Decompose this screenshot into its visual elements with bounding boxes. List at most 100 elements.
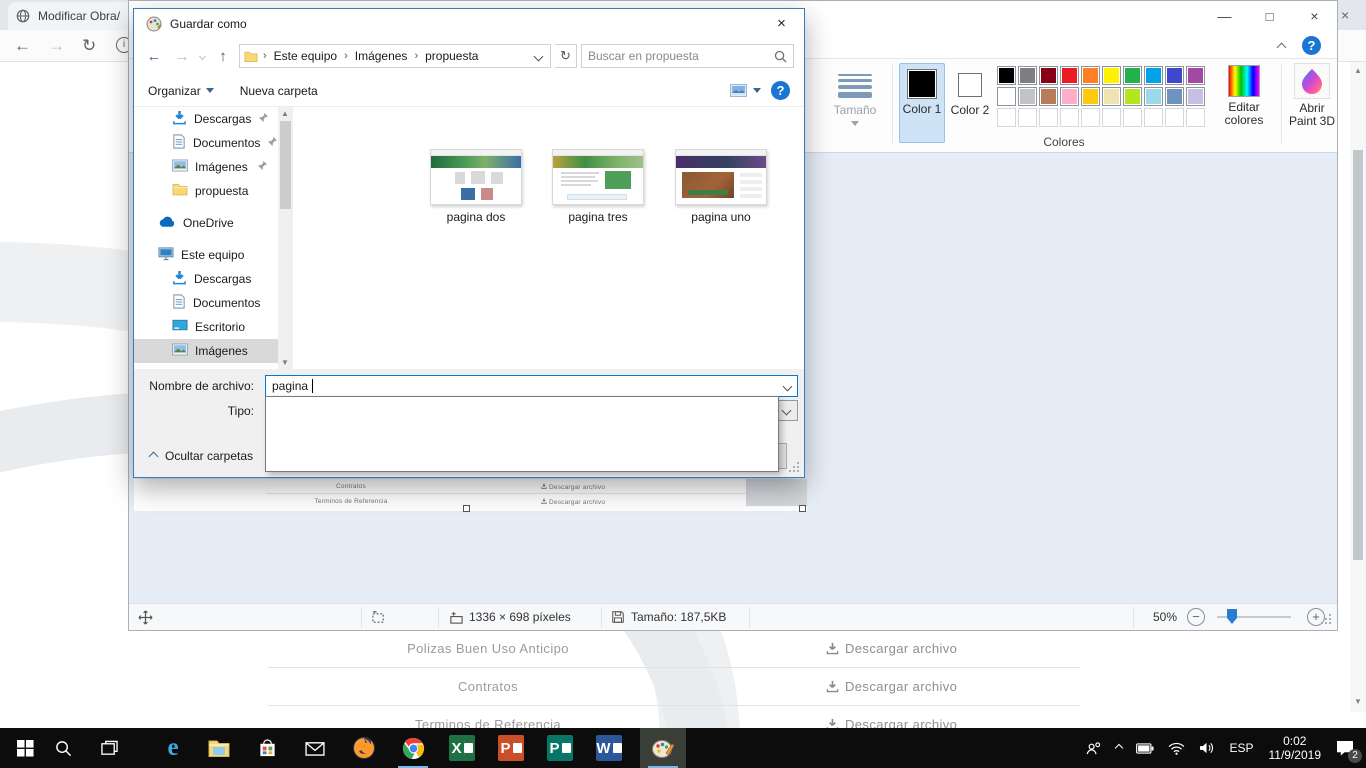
download-file-link[interactable]: Descargar archivo [826, 641, 957, 656]
palette-color-swatch[interactable] [1060, 66, 1079, 85]
clock[interactable]: 0:02 11/9/2019 [1261, 734, 1330, 762]
open-paint3d-button[interactable]: Abrir Paint 3D [1287, 63, 1337, 128]
taskbar-edge-icon[interactable]: e [150, 728, 196, 768]
battery-icon[interactable] [1129, 728, 1161, 768]
edit-colors-button[interactable]: Editar colores [1215, 65, 1273, 127]
download-file-link[interactable]: Descargar archivo [826, 717, 957, 728]
sidebar-item-descargas[interactable]: Descargas [134, 107, 278, 131]
scroll-up-icon[interactable]: ▲ [281, 109, 289, 118]
taskbar-word-icon[interactable]: W [586, 728, 632, 768]
hidden-icons-chevron[interactable] [1109, 728, 1129, 768]
color1-button[interactable]: Color 1 [899, 63, 945, 143]
palette-empty-slot[interactable] [1060, 108, 1079, 127]
taskbar-powerpoint-icon[interactable]: P [488, 728, 534, 768]
sidebar-item-descargas[interactable]: Descargas [134, 267, 278, 291]
palette-color-swatch[interactable] [1102, 87, 1121, 106]
selection-handle[interactable] [463, 505, 470, 512]
breadcrumb-propuesta[interactable]: propuesta [423, 49, 480, 63]
zoom-slider-thumb[interactable] [1227, 609, 1237, 624]
address-dropdown-icon[interactable] [534, 51, 544, 61]
scrollbar-thumb[interactable] [1353, 150, 1363, 560]
back-icon[interactable]: ← [142, 48, 166, 65]
palette-color-swatch[interactable] [997, 66, 1016, 85]
palette-color-swatch[interactable] [1081, 87, 1100, 106]
palette-color-swatch[interactable] [1018, 87, 1037, 106]
people-icon[interactable] [1078, 728, 1109, 768]
palette-empty-slot[interactable] [1123, 108, 1142, 127]
sidebar-item-este-equipo[interactable]: Este equipo [134, 243, 278, 267]
sidebar-item-escritorio[interactable]: Escritorio [134, 315, 278, 339]
taskbar-firefox-icon[interactable] [341, 728, 387, 768]
palette-empty-slot[interactable] [1144, 108, 1163, 127]
taskbar-excel-icon[interactable]: X [439, 728, 485, 768]
taskbar-task-view-icon[interactable] [86, 728, 132, 768]
taskbar-store-icon[interactable] [244, 728, 290, 768]
breadcrumb-pictures[interactable]: Imágenes [353, 49, 410, 63]
recent-locations-icon[interactable] [199, 52, 206, 59]
filename-autocomplete-panel[interactable] [265, 396, 779, 472]
wifi-icon[interactable] [1161, 728, 1192, 768]
palette-color-swatch[interactable] [1018, 66, 1037, 85]
palette-color-swatch[interactable] [1039, 66, 1058, 85]
taskbar-paint-icon[interactable] [640, 728, 686, 768]
browser-reload-icon[interactable]: ↻ [82, 36, 96, 56]
palette-empty-slot[interactable] [1081, 108, 1100, 127]
palette-color-swatch[interactable] [1102, 66, 1121, 85]
palette-color-swatch[interactable] [1081, 66, 1100, 85]
chrome-close-icon[interactable]: × [1341, 7, 1349, 23]
volume-icon[interactable] [1192, 728, 1222, 768]
dialog-close-icon[interactable]: × [759, 9, 804, 38]
size-button[interactable]: Tamaño [829, 65, 881, 126]
palette-color-swatch[interactable] [1186, 87, 1205, 106]
page-scrollbar[interactable]: ▲ ▼ [1350, 62, 1366, 712]
palette-color-swatch[interactable] [1144, 66, 1163, 85]
refresh-icon[interactable]: ↻ [555, 44, 577, 68]
download-file-link[interactable]: Descargar archivo [826, 679, 957, 694]
palette-color-swatch[interactable] [1186, 66, 1205, 85]
dialog-resize-grip[interactable] [787, 460, 799, 472]
selection-handle[interactable] [799, 505, 806, 512]
maximize-icon[interactable]: □ [1247, 1, 1292, 31]
scroll-up-icon[interactable]: ▲ [1354, 66, 1362, 75]
sidebar-item-onedrive[interactable]: OneDrive [134, 211, 278, 235]
palette-empty-slot[interactable] [1039, 108, 1058, 127]
language-indicator[interactable]: ESP [1222, 728, 1260, 768]
collapse-ribbon-icon[interactable] [1277, 43, 1287, 53]
taskbar-publisher-icon[interactable]: P [537, 728, 583, 768]
hide-folders-button[interactable]: Ocultar carpetas [150, 449, 253, 463]
breadcrumb-this-pc[interactable]: Este equipo [272, 49, 339, 63]
palette-color-swatch[interactable] [1123, 87, 1142, 106]
paint-help-icon[interactable]: ? [1302, 36, 1321, 55]
sidebar-item-propuesta[interactable]: propuesta [134, 179, 278, 203]
filetype-dropdown-icon[interactable] [782, 406, 792, 416]
up-icon[interactable]: ↑ [211, 48, 235, 65]
palette-empty-slot[interactable] [1102, 108, 1121, 127]
browser-back-icon[interactable]: ← [14, 36, 31, 56]
palette-color-swatch[interactable] [1165, 87, 1184, 106]
palette-color-swatch[interactable] [1123, 66, 1142, 85]
help-icon[interactable]: ? [771, 81, 790, 100]
palette-empty-slot[interactable] [997, 108, 1016, 127]
scroll-down-icon[interactable]: ▼ [1354, 697, 1362, 706]
zoom-out-icon[interactable]: − [1187, 608, 1205, 626]
taskbar-search-icon[interactable] [40, 728, 86, 768]
organize-button[interactable]: Organizar [148, 84, 214, 98]
sidebar-scrollbar[interactable]: ▲ ▼ [278, 107, 293, 369]
scroll-down-icon[interactable]: ▼ [281, 358, 289, 367]
palette-color-swatch[interactable] [1165, 66, 1184, 85]
color2-button[interactable]: Color 2 [949, 63, 991, 143]
file-item-pagina-tres[interactable]: pagina tres [546, 149, 650, 224]
sidebar-item-imágenes[interactable]: Imágenes [134, 155, 278, 179]
palette-empty-slot[interactable] [1186, 108, 1205, 127]
sidebar-item-documentos[interactable]: Documentos [134, 131, 278, 155]
new-folder-button[interactable]: Nueva carpeta [240, 84, 318, 98]
scrollbar-thumb[interactable] [280, 121, 291, 209]
sidebar-item-imágenes[interactable]: Imágenes [134, 339, 278, 363]
minimize-icon[interactable]: — [1202, 1, 1247, 31]
sidebar-item-documentos[interactable]: Documentos [134, 291, 278, 315]
taskbar-mail-icon[interactable] [292, 728, 338, 768]
palette-color-swatch[interactable] [1144, 87, 1163, 106]
palette-color-swatch[interactable] [997, 87, 1016, 106]
palette-color-swatch[interactable] [1039, 87, 1058, 106]
filename-dropdown-icon[interactable] [783, 381, 793, 391]
